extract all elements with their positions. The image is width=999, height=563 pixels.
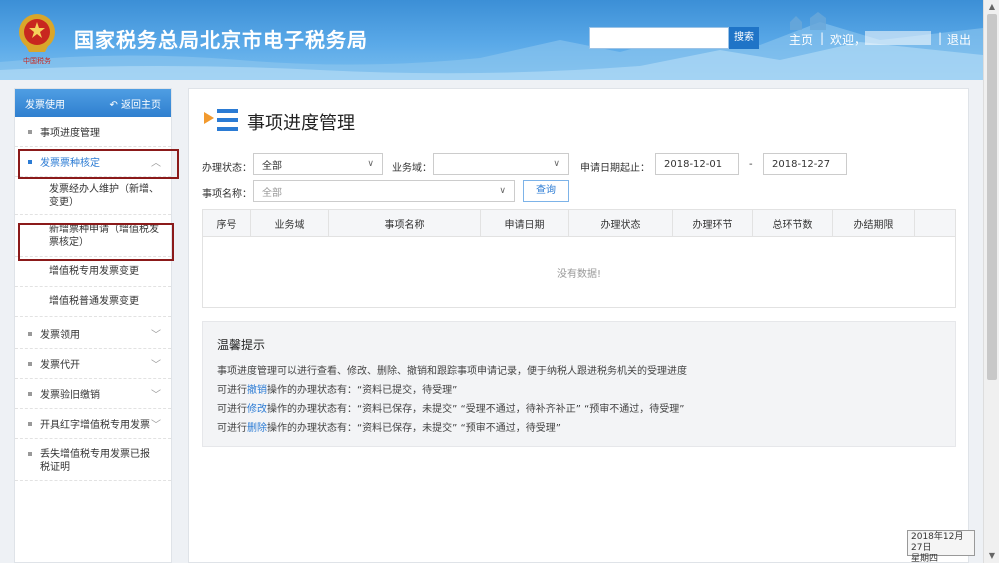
- site-title: 国家税务总局北京市电子税务局: [74, 28, 368, 52]
- sidebar-item-invoice-proxy[interactable]: 发票代开 ﹀: [15, 349, 171, 379]
- column-header: 事项名称: [329, 210, 481, 236]
- bullet-icon: [28, 391, 32, 396]
- nav-separator: |: [938, 31, 943, 45]
- tip-link-edit[interactable]: 修改: [247, 404, 267, 415]
- chevron-down-icon: ∨: [553, 159, 560, 169]
- sidebar-item-invoice-receive[interactable]: 发票领用 ﹀: [15, 319, 171, 349]
- bullet-icon: [28, 331, 32, 336]
- user-name-redacted: [865, 31, 931, 45]
- sidebar-item-lost-invoice[interactable]: 丢失增值税专用发票已报税证明: [15, 439, 171, 481]
- sidebar-item-progress[interactable]: 事项进度管理: [15, 117, 171, 147]
- back-arrow-icon: ↶: [109, 99, 121, 111]
- highlight-box: [18, 223, 174, 261]
- tip-line: 可进行撤销操作的办理状态有：“资料已提交，待受理”: [217, 385, 458, 396]
- clock-date: 2018年12月27日: [911, 532, 964, 553]
- tip-line: 可进行删除操作的办理状态有：“资料已保存，未提交” “预审不通过，待受理”: [217, 423, 561, 434]
- sidebar-header-label: 发票使用: [25, 99, 65, 111]
- date-start-input[interactable]: 2018-12-01: [655, 153, 739, 175]
- bullet-icon: [28, 421, 32, 426]
- bullet-icon: [28, 452, 32, 456]
- bullet-icon: [28, 361, 32, 366]
- column-header: 业务域: [251, 210, 329, 236]
- table-header: 序号 业务域 事项名称 申请日期 办理状态 办理环节 总环节数 办结期限: [203, 210, 955, 237]
- tip-line: 事项进度管理可以进行查看、修改、删除、撤销和跟踪事项申请记录，便于纳税人跟进税务…: [217, 366, 687, 377]
- site-header: 中国税务 国家税务总局北京市电子税务局 搜索 主页 | 欢迎， | 退出: [0, 0, 983, 80]
- tips-panel: 温馨提示 事项进度管理可以进行查看、修改、删除、撤销和跟踪事项申请记录，便于纳税…: [202, 321, 956, 447]
- scroll-up-icon[interactable]: ▲: [984, 0, 999, 14]
- search-input[interactable]: [589, 27, 729, 49]
- chevron-down-icon: ∨: [499, 186, 506, 196]
- results-table: 序号 业务域 事项名称 申请日期 办理状态 办理环节 总环节数 办结期限 没有数…: [202, 209, 956, 308]
- welcome-text: 欢迎，: [830, 33, 867, 47]
- scroll-thumb[interactable]: [987, 14, 997, 380]
- sidebar-item-invoice-verify[interactable]: 发票验旧缴销 ﹀: [15, 379, 171, 409]
- column-header: 办理环节: [673, 210, 753, 236]
- sidebar-subitem-vat-special[interactable]: 增值税专用发票变更: [15, 257, 171, 287]
- sidebar-subitem-agent[interactable]: 发票经办人维护（新增、变更）: [15, 177, 171, 215]
- domain-select[interactable]: ∨: [433, 153, 569, 175]
- item-name-label: 事项名称：: [202, 189, 252, 200]
- date-range-label: 申请日期起止：: [580, 163, 650, 174]
- logout-link[interactable]: 退出: [947, 31, 971, 48]
- domain-label: 业务域：: [392, 163, 432, 174]
- clock-weekday: 星期四: [911, 554, 939, 563]
- item-name-select[interactable]: 全部 ∨: [253, 180, 515, 202]
- column-header: 办理状态: [569, 210, 673, 236]
- tip-line: 可进行修改操作的办理状态有：“资料已保存，未提交” “受理不通过，待补齐补正” …: [217, 404, 685, 415]
- bullet-icon: [28, 129, 32, 134]
- column-header: 序号: [203, 210, 251, 236]
- chevron-down-icon: ∨: [367, 159, 374, 169]
- tips-title: 温馨提示: [217, 338, 266, 352]
- taskbar-clock: 2018年12月27日 星期四: [907, 530, 975, 563]
- column-header: 办结期限: [833, 210, 915, 236]
- nav-home-link[interactable]: 主页: [789, 31, 813, 48]
- status-label: 办理状态：: [202, 163, 252, 174]
- page-scrollbar[interactable]: ▲ ▼: [983, 0, 999, 563]
- column-header: 总环节数: [753, 210, 833, 236]
- nav-separator: |: [820, 31, 825, 45]
- query-button[interactable]: 查询: [523, 180, 569, 202]
- empty-state: 没有数据!: [556, 268, 601, 280]
- sidebar-header: 发票使用 ↶ 返回主页: [15, 89, 171, 117]
- tip-link-cancel[interactable]: 撤销: [247, 385, 267, 396]
- column-header-blank: [915, 210, 955, 236]
- svg-text:中国税务: 中国税务: [23, 56, 51, 65]
- tax-emblem-icon: 中国税务: [19, 14, 55, 65]
- page-title: 事项进度管理: [247, 113, 355, 134]
- search-button[interactable]: 搜索: [729, 27, 759, 49]
- main-panel: 事项进度管理 办理状态： 全部 ∨ 业务域： ∨ 申请日期起止： 2018-12…: [188, 88, 969, 563]
- date-end-input[interactable]: 2018-12-27: [763, 153, 847, 175]
- tip-link-delete[interactable]: 删除: [247, 423, 267, 434]
- back-home-button[interactable]: ↶ 返回主页: [109, 96, 161, 111]
- chevron-down-icon: ﹀: [151, 360, 161, 371]
- column-header: 申请日期: [481, 210, 569, 236]
- status-select[interactable]: 全部 ∨: [253, 153, 383, 175]
- sidebar: 发票使用 ↶ 返回主页 事项进度管理 发票票种核定 ︿ 发票经办人维护（新增、变…: [14, 88, 179, 563]
- chevron-down-icon: ﹀: [151, 420, 161, 431]
- sidebar-item-red-invoice[interactable]: 开具红字增值税专用发票 ﹀: [15, 409, 171, 439]
- list-icon: [204, 109, 238, 131]
- sidebar-subitem-vat-normal[interactable]: 增值税普通发票变更: [15, 287, 171, 317]
- chevron-down-icon: ﹀: [151, 390, 161, 401]
- scroll-down-icon[interactable]: ▼: [984, 549, 999, 563]
- chevron-down-icon: ﹀: [151, 330, 161, 341]
- date-separator: -: [749, 159, 753, 170]
- highlight-box: [18, 149, 179, 179]
